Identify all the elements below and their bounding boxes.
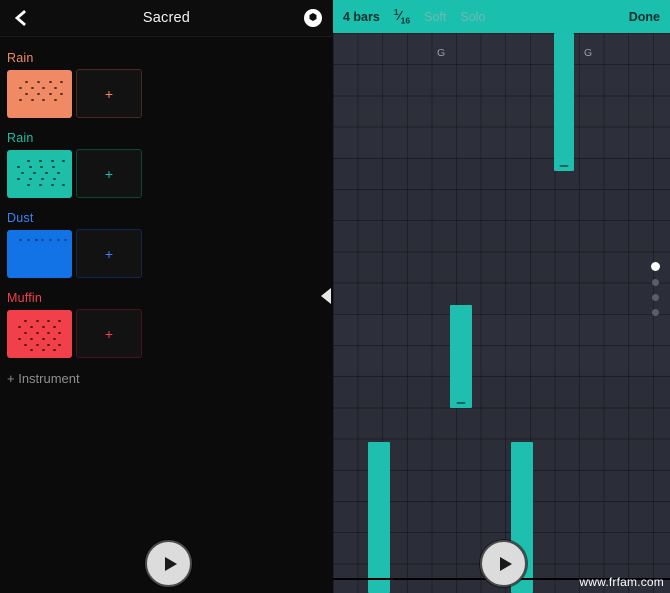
page-dot[interactable] — [652, 279, 659, 286]
track-row: + — [7, 309, 333, 358]
done-button[interactable]: Done — [629, 10, 660, 24]
panel-collapse-handle[interactable] — [318, 286, 334, 306]
track-item: Rain + — [0, 51, 333, 118]
track-name: Dust — [7, 211, 34, 225]
page-indicator[interactable] — [651, 262, 660, 316]
note-editor-panel: 4 bars 1⁄16 Soft Solo Done G G www.frfam… — [333, 0, 670, 593]
track-row: + — [7, 69, 333, 118]
note-resize-handle[interactable] — [559, 165, 569, 167]
division-numerator: 1 — [393, 7, 399, 18]
track-row: + — [7, 149, 333, 198]
play-icon — [164, 556, 177, 571]
solo-toggle[interactable]: Solo — [460, 10, 485, 24]
add-clip-button[interactable]: + — [76, 229, 142, 278]
track-row: + — [7, 229, 333, 278]
bars-selector[interactable]: 4 bars — [343, 10, 380, 24]
note-label: G — [584, 47, 593, 59]
track-name: Muffin — [7, 291, 43, 305]
clip-thumbnail[interactable] — [7, 309, 72, 358]
add-clip-button[interactable]: + — [76, 69, 142, 118]
clip-thumbnail[interactable] — [7, 149, 72, 198]
play-icon — [499, 556, 512, 571]
gear-icon[interactable] — [303, 8, 323, 28]
track-item: Rain + — [0, 131, 333, 198]
editor-toolbar: 4 bars 1⁄16 Soft Solo Done — [333, 0, 670, 33]
note-bar[interactable] — [554, 33, 574, 171]
track-item: Dust + — [0, 211, 333, 278]
add-clip-button[interactable]: + — [76, 149, 142, 198]
track-name: Rain — [7, 51, 34, 65]
soft-toggle[interactable]: Soft — [424, 10, 446, 24]
page-dot[interactable] — [652, 309, 659, 316]
clip-thumbnail[interactable] — [7, 69, 72, 118]
note-label: G — [437, 47, 446, 59]
page-dot-active[interactable] — [651, 262, 660, 271]
left-header-bar: Sacred — [0, 0, 333, 37]
app-root: Sacred Rain + Rain + Dust + Muffin + + I… — [0, 0, 670, 593]
note-bar[interactable] — [450, 305, 472, 408]
page-title: Sacred — [142, 10, 191, 26]
note-division-selector[interactable]: 1⁄16 — [394, 7, 410, 26]
note-resize-handle[interactable] — [456, 402, 466, 404]
add-clip-button[interactable]: + — [76, 309, 142, 358]
add-instrument-button[interactable]: + Instrument — [0, 371, 333, 386]
page-dot[interactable] — [652, 294, 659, 301]
note-grid[interactable]: G G — [333, 33, 670, 593]
clip-thumbnail[interactable] — [7, 229, 72, 278]
back-chevron-icon[interactable] — [12, 9, 30, 27]
track-item: Muffin + — [0, 291, 333, 358]
track-list: Rain + Rain + Dust + Muffin + + Instrume… — [0, 37, 333, 386]
watermark: www.frfam.com — [579, 575, 664, 589]
play-button-right[interactable] — [480, 540, 527, 587]
play-button-left[interactable] — [145, 540, 192, 587]
division-denominator: 16 — [400, 15, 411, 26]
note-bar[interactable] — [368, 442, 390, 593]
track-name: Rain — [7, 131, 34, 145]
song-panel: Sacred Rain + Rain + Dust + Muffin + + I… — [0, 0, 333, 593]
